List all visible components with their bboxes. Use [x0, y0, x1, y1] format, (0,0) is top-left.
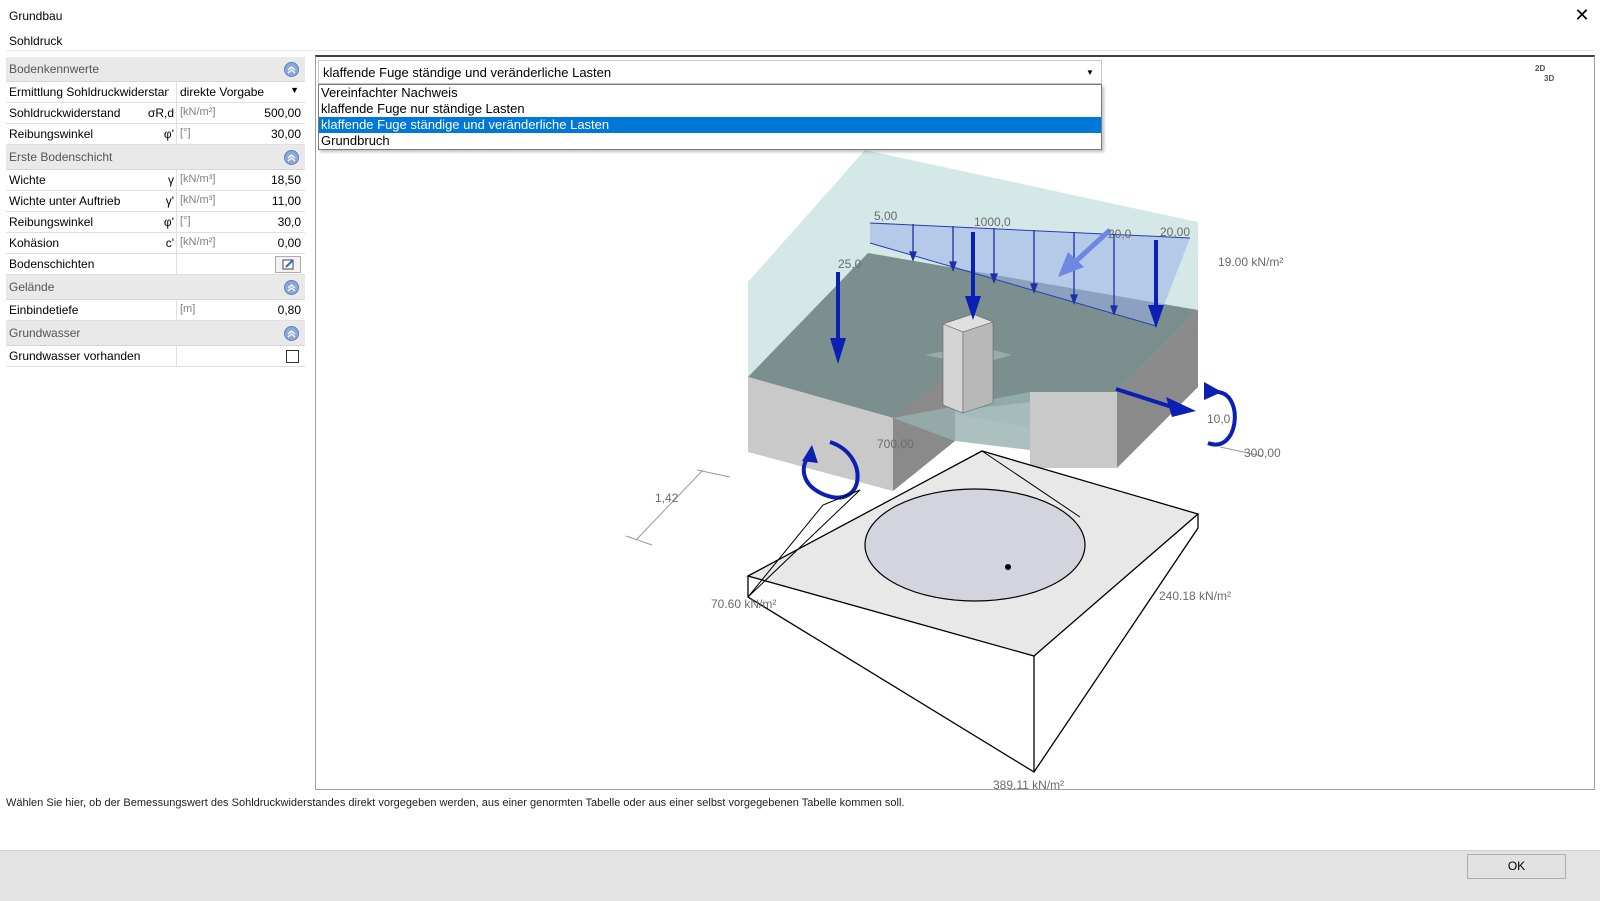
view-2d-3d-toggle[interactable]: 2D 3D [1532, 62, 1556, 84]
label-load-right-a: 20,0 [1108, 227, 1132, 241]
pressure-ellipse [864, 488, 1086, 602]
option-staendige[interactable]: klaffende Fuge nur ständige Lasten [319, 101, 1101, 117]
label-pressure-bottom: 389.11 kN/m² [993, 778, 1064, 792]
column [942, 323, 964, 414]
option-staendige-veraenderliche[interactable]: klaffende Fuge ständige und veränderlich… [319, 117, 1101, 133]
chevron-down-icon[interactable]: ▼ [1083, 66, 1097, 80]
label-load-left: 5,00 [874, 209, 898, 223]
bottom-bar [0, 850, 1600, 901]
label-pressure-right: 240.18 kN/m² [1159, 589, 1231, 603]
label-pressure-top: 19.00 kN/m² [1218, 255, 1283, 269]
label-pressure-left: 70.60 kN/m² [711, 597, 776, 611]
label-horizontal: 10,0 [1207, 412, 1231, 426]
label-load-right-b: 20,00 [1160, 225, 1190, 239]
label-dim-right: 300,00 [1244, 446, 1281, 460]
label-load-center: 1000,0 [974, 215, 1011, 229]
label-moment: 700,00 [877, 437, 914, 451]
verification-type-select[interactable]: klaffende Fuge ständige und veränderlich… [318, 60, 1102, 84]
resultant-point [1005, 564, 1011, 570]
option-vereinfacht[interactable]: Vereinfachter Nachweis [319, 85, 1101, 101]
ok-button[interactable]: OK [1467, 854, 1566, 879]
toggle-3d-label: 3D [1544, 74, 1555, 83]
toggle-2d-label: 2D [1535, 64, 1546, 73]
option-grundbruch[interactable]: Grundbruch [319, 133, 1101, 149]
select-value: klaffende Fuge ständige und veränderlich… [323, 65, 612, 80]
label-dim-left: 1,42 [655, 491, 679, 505]
status-hint: Wählen Sie hier, ob der Bemessungswert d… [6, 797, 905, 809]
foundation-front-right [1030, 392, 1117, 468]
verification-type-dropdown: Vereinfachter Nachweis klaffende Fuge nu… [318, 84, 1102, 150]
label-force-left: 25,0 [838, 257, 862, 271]
